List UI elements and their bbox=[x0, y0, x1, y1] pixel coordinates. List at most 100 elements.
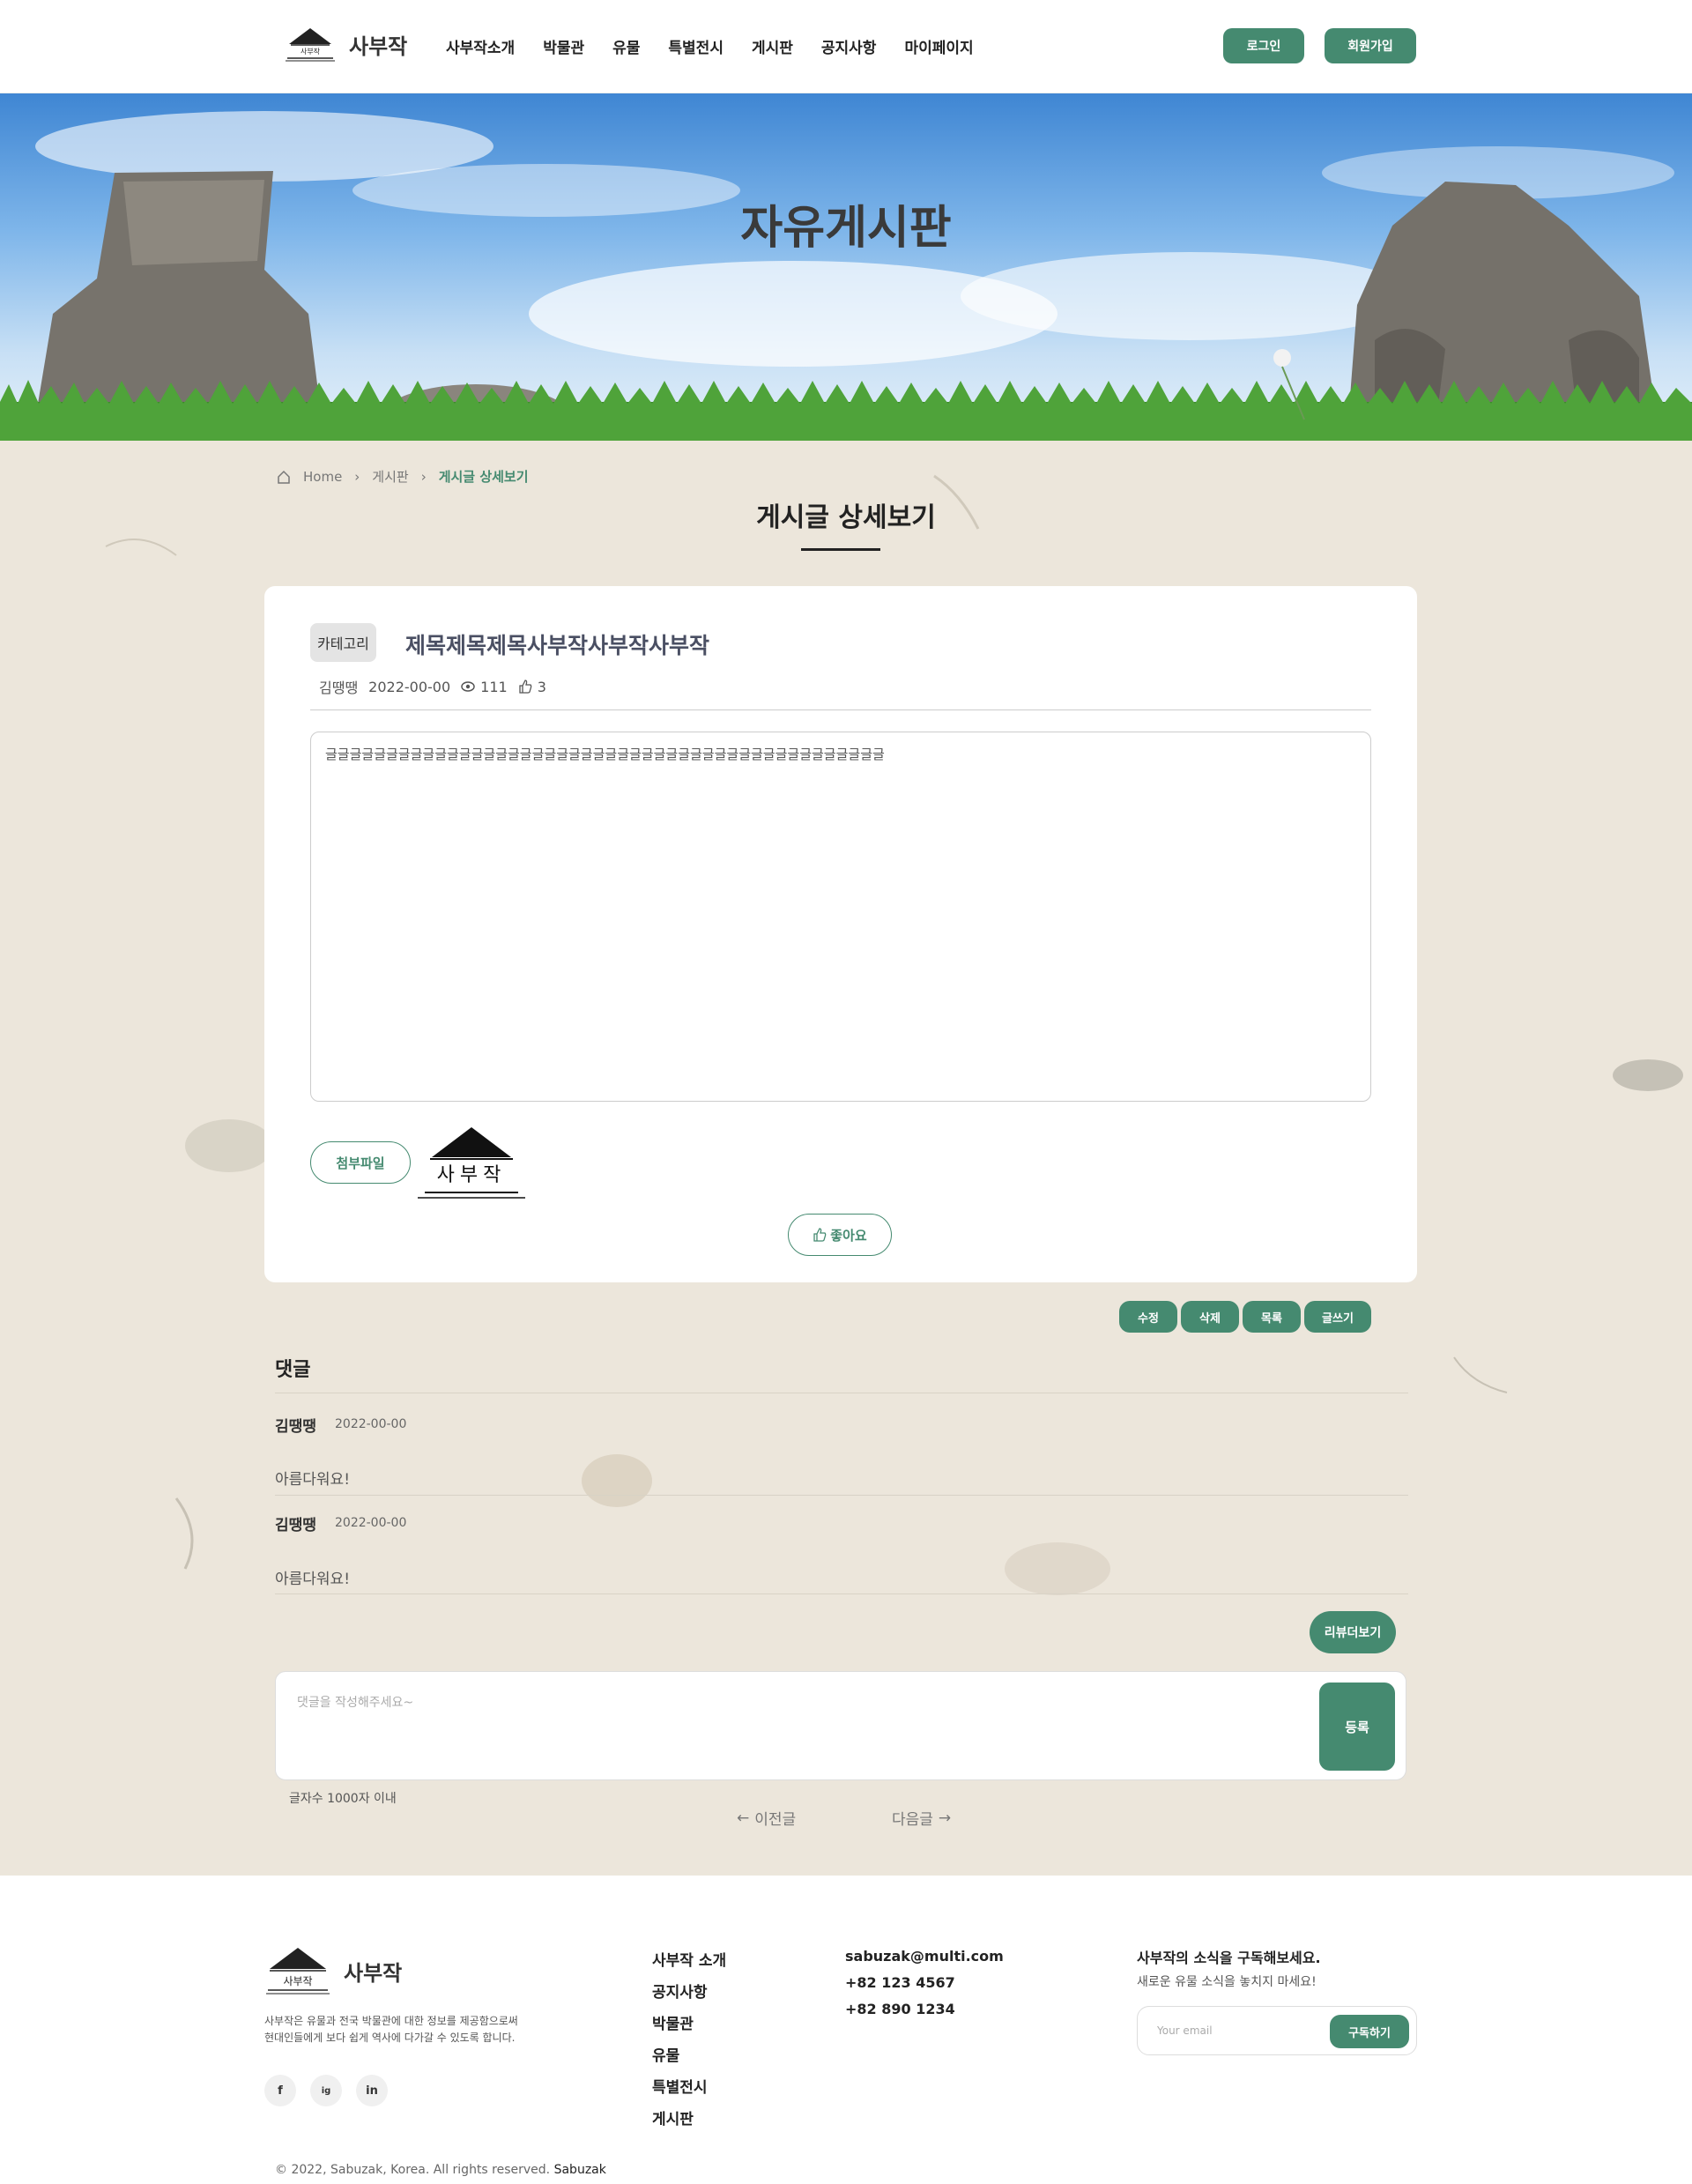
copyright-text: © 2022, Sabuzak, Korea. All rights reser… bbox=[275, 2163, 551, 2177]
site-header: 사부작 사부작 사부작소개 박물관 유물 특별전시 게시판 공지사항 마이페이지… bbox=[0, 0, 1692, 93]
post-author: 김땡땡 bbox=[319, 680, 359, 696]
views-meta: 111 bbox=[461, 679, 508, 695]
post-card: 카테고리 제목제목제목사부작사부작사부작 김땡땡 2022-00-00 111 … bbox=[264, 586, 1417, 1282]
attachment-button[interactable]: 첨부파일 bbox=[310, 1141, 411, 1184]
nav-item-intro[interactable]: 사부작소개 bbox=[446, 35, 515, 57]
prev-post-link[interactable]: ← 이전글 bbox=[737, 1807, 797, 1830]
post-title: 제목제목제목사부작사부작사부작 bbox=[405, 633, 710, 658]
comments-heading: 댓글 bbox=[275, 1359, 311, 1381]
instagram-icon[interactable]: ig bbox=[310, 2075, 342, 2106]
footer-desc-line: 사부작은 유물과 전국 박물관에 대한 정보를 제공함으로써 bbox=[264, 2015, 518, 2027]
likes-meta: 3 bbox=[518, 679, 546, 695]
comment-limit: 글자수 1000자 이내 bbox=[289, 1792, 397, 1806]
email-placeholder: Your email bbox=[1157, 2024, 1213, 2037]
roof-logo-icon: 사부작 bbox=[266, 1948, 330, 1995]
contact-phone: +82 123 4567 bbox=[845, 1974, 955, 1991]
breadcrumb-home[interactable]: Home bbox=[303, 469, 342, 485]
list-button[interactable]: 목록 bbox=[1243, 1301, 1301, 1333]
footer-logo-text: 사부작 bbox=[344, 1960, 403, 1986]
post-body: 글글글글글글글글글글글글글글글글글글글글글글글글글글글글글글글글글글글글글글글글… bbox=[310, 732, 1371, 1102]
footer-logo-glyph: 사부작 bbox=[283, 1975, 312, 1987]
site-footer: 사부작 사부작 사부작은 유물과 전국 박물관에 대한 정보를 제공함으로써 현… bbox=[0, 1876, 1692, 2184]
footer-link[interactable]: 공지사항 bbox=[652, 1980, 726, 2002]
comment-placeholder: 댓글을 작성해주세요~ bbox=[297, 1696, 414, 1710]
nav-item-museum[interactable]: 박물관 bbox=[543, 35, 584, 57]
signup-button[interactable]: 회원가입 bbox=[1325, 28, 1416, 63]
breadcrumb: Home › 게시판 › 게시글 상세보기 bbox=[277, 467, 529, 486]
footer-link[interactable]: 사부작 소개 bbox=[652, 1948, 726, 1970]
banner-title: 자유게시판 bbox=[740, 202, 952, 255]
nav-item-mypage[interactable]: 마이페이지 bbox=[904, 35, 973, 57]
linkedin-icon[interactable]: in bbox=[356, 2075, 388, 2106]
main-content: Home › 게시판 › 게시글 상세보기 게시글 상세보기 카테고리 제목제목… bbox=[0, 441, 1692, 1876]
chevron-right-icon: › bbox=[354, 468, 360, 485]
title-underline bbox=[801, 548, 880, 551]
footer-contact: sabuzak@multi.com +82 123 4567 +82 890 1… bbox=[845, 1948, 1004, 2017]
breadcrumb-current: 게시글 상세보기 bbox=[438, 469, 529, 485]
social-links: f ig in bbox=[264, 2075, 388, 2106]
post-date: 2022-00-00 bbox=[368, 678, 451, 695]
comment-author: 김땡땡 bbox=[275, 1418, 316, 1436]
like-button[interactable]: 좋아요 bbox=[788, 1214, 892, 1256]
copyright: © 2022, Sabuzak, Korea. All rights reser… bbox=[275, 2163, 606, 2177]
logo-glyph: 사부작 bbox=[301, 47, 321, 56]
footer-link[interactable]: 박물관 bbox=[652, 2011, 726, 2033]
next-label: 다음글 bbox=[892, 1811, 933, 1829]
category-badge: 카테고리 bbox=[310, 623, 376, 662]
footer-link[interactable]: 특별전시 bbox=[652, 2075, 726, 2097]
banner-scenery-image bbox=[0, 111, 1692, 441]
comment-date: 2022-00-00 bbox=[335, 1417, 407, 1431]
contact-phone: +82 890 1234 bbox=[845, 2001, 955, 2017]
nav-item-notice[interactable]: 공지사항 bbox=[821, 35, 877, 57]
contact-email[interactable]: sabuzak@multi.com bbox=[845, 1948, 1004, 1965]
copyright-brand[interactable]: Sabuzak bbox=[554, 2163, 606, 2177]
hero-banner: 자유게시판 bbox=[0, 93, 1692, 441]
page-title: 게시글 상세보기 bbox=[756, 502, 936, 533]
footer-link[interactable]: 유물 bbox=[652, 2043, 726, 2065]
nav-item-relic[interactable]: 유물 bbox=[612, 35, 640, 57]
nav-item-board[interactable]: 게시판 bbox=[752, 35, 793, 57]
main-nav: 사부작소개 박물관 유물 특별전시 게시판 공지사항 마이페이지 bbox=[446, 35, 974, 57]
logo-text: 사부작 bbox=[349, 33, 408, 59]
thumbs-up-icon bbox=[519, 680, 532, 694]
login-button[interactable]: 로그인 bbox=[1223, 28, 1304, 63]
delete-button[interactable]: 삭제 bbox=[1181, 1301, 1239, 1333]
subscribe-button[interactable]: 구독하기 bbox=[1330, 2015, 1409, 2048]
divider bbox=[310, 709, 1371, 710]
comment-date: 2022-00-00 bbox=[335, 1516, 407, 1530]
divider bbox=[275, 1593, 1408, 1594]
post-meta: 김땡땡 2022-00-00 111 3 bbox=[319, 676, 546, 697]
roof-logo-icon: 사부작 bbox=[286, 28, 335, 62]
facebook-icon[interactable]: f bbox=[264, 2075, 296, 2106]
attachment-image-text: 사부작 bbox=[437, 1164, 507, 1186]
like-label: 좋아요 bbox=[830, 1227, 867, 1244]
subscribe-email-input[interactable]: Your email 구독하기 bbox=[1137, 2006, 1417, 2055]
prev-label: 이전글 bbox=[754, 1811, 797, 1829]
more-reviews-button[interactable]: 리뷰더보기 bbox=[1310, 1611, 1396, 1653]
divider bbox=[275, 1495, 1408, 1496]
like-count: 3 bbox=[537, 678, 546, 695]
chevron-right-icon: › bbox=[420, 468, 427, 485]
site-logo[interactable]: 사부작 사부작 bbox=[284, 26, 407, 62]
comment-submit-button[interactable]: 등록 bbox=[1319, 1683, 1395, 1771]
post-actions: 수정 삭제 목록 글쓰기 bbox=[1119, 1301, 1371, 1333]
subscribe-description: 새로운 유물 소식을 놓치지 마세요! bbox=[1137, 1975, 1317, 1989]
edit-button[interactable]: 수정 bbox=[1119, 1301, 1177, 1333]
comment-text: 아름다워요! bbox=[275, 1571, 351, 1588]
home-icon bbox=[278, 470, 290, 484]
comment-text: 아름다워요! bbox=[275, 1471, 351, 1489]
write-button[interactable]: 글쓰기 bbox=[1304, 1301, 1371, 1333]
next-post-link[interactable]: 다음글 → bbox=[892, 1807, 952, 1830]
footer-description: 사부작은 유물과 전국 박물관에 대한 정보를 제공함으로써 현대인들에게 보다… bbox=[264, 2013, 546, 2047]
comment-input[interactable]: 댓글을 작성해주세요~ 등록 bbox=[275, 1671, 1406, 1780]
arrow-right-icon: → bbox=[938, 1809, 952, 1827]
attachment-image[interactable]: 사부작 bbox=[414, 1124, 529, 1203]
subscribe-title: 사부작의 소식을 구독해보세요. bbox=[1137, 1950, 1321, 1966]
footer-links: 사부작 소개 공지사항 박물관 유물 특별전시 게시판 bbox=[652, 1948, 726, 2128]
eye-icon bbox=[461, 681, 475, 692]
breadcrumb-board[interactable]: 게시판 bbox=[372, 467, 408, 486]
view-count: 111 bbox=[480, 678, 508, 695]
footer-link[interactable]: 게시판 bbox=[652, 2106, 726, 2128]
footer-logo[interactable]: 사부작 사부작 bbox=[264, 1946, 402, 1995]
nav-item-exhibition[interactable]: 특별전시 bbox=[668, 35, 724, 57]
